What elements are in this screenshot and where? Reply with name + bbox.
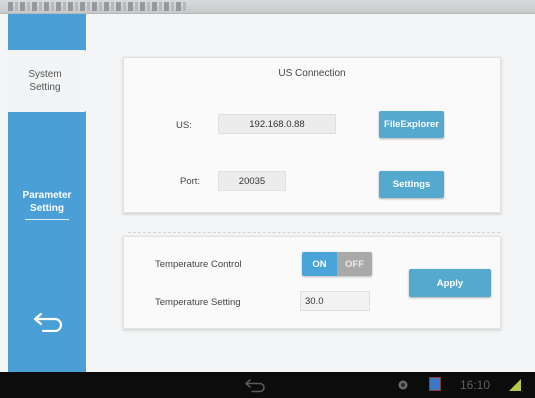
notification-icons [8,2,188,11]
toggle-on[interactable]: ON [302,252,337,276]
clock: 16:10 [460,378,491,392]
temperature-setting-field[interactable]: 30.0 [300,291,370,311]
sidebar: System Setting Parameter Setting [4,14,86,372]
file-explorer-button[interactable]: FileExplorer [379,111,444,138]
sidebar-item-label: Setting [30,202,64,214]
temperature-setting-label: Temperature Setting [155,297,241,308]
temperature-control-label: Temperature Control [155,259,242,270]
system-nav-bar: 16:10 [0,372,535,398]
divider [128,232,500,233]
panel-title: US Connection [278,68,346,79]
nav-back-button[interactable] [244,377,270,393]
us-connection-panel: US Connection [123,57,501,213]
signal-icon [509,379,521,391]
sidebar-item-parameter-setting[interactable]: Parameter Setting [8,174,86,234]
top-status-bar [0,0,535,14]
settings-button[interactable]: Settings [379,171,444,198]
sidebar-item-label: Setting [29,82,61,93]
us-label: US: [176,120,192,131]
usb-icon [398,380,408,390]
back-arrow-icon [33,312,63,332]
app-notification-icon [429,377,441,391]
us-ip-field[interactable]: 192.168.0.88 [218,114,336,134]
nav-back-icon [245,379,265,393]
sidebar-item-label: System [28,69,62,80]
toggle-off[interactable]: OFF [337,252,372,276]
temperature-toggle[interactable]: ON OFF [302,252,372,276]
sidebar-item-label: Parameter [22,189,72,201]
port-label: Port: [180,176,201,187]
port-field[interactable]: 20035 [218,171,286,191]
sidebar-item-system-setting[interactable]: System Setting [4,50,86,112]
apply-button[interactable]: Apply [409,269,491,297]
back-button[interactable] [26,299,70,343]
active-underline [25,218,69,220]
